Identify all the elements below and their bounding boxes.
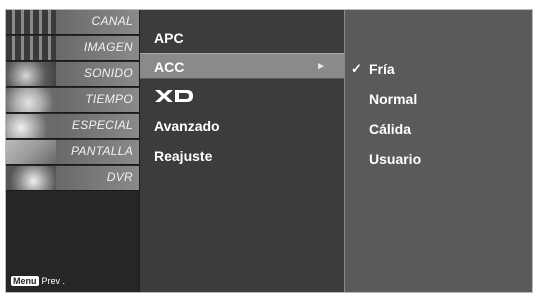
option-label: Usuario: [369, 151, 422, 167]
clock-icon: [6, 88, 56, 112]
category-pantalla[interactable]: PANTALLA: [6, 140, 139, 165]
submenu-item-reajuste[interactable]: Reajuste: [140, 143, 344, 169]
submenu-item-label: ACC: [154, 59, 185, 75]
option-normal[interactable]: Normal: [345, 86, 532, 112]
option-calida[interactable]: Cálida: [345, 116, 532, 142]
menu-key-icon: Menu: [11, 276, 39, 286]
category-sidebar: CANAL IMAGEN SONIDO TIEMPO ESPECIAL PANT…: [6, 10, 139, 292]
option-label: Normal: [369, 91, 418, 107]
category-imagen[interactable]: IMAGEN: [6, 36, 139, 61]
category-label: TIEMPO: [85, 92, 133, 106]
option-usuario[interactable]: Usuario: [345, 146, 532, 172]
submenu-panel: APC ACC ► Avanzado Reajuste: [139, 10, 345, 292]
prev-label: Prev .: [41, 276, 66, 286]
option-fria[interactable]: ✓ Fría: [345, 56, 532, 82]
xd-logo-icon: [155, 90, 193, 102]
arrow-right-icon: ►: [316, 61, 326, 72]
option-label: Fría: [369, 61, 395, 77]
options-panel: ✓ Fría Normal Cálida Usuario: [345, 10, 532, 292]
category-label: DVR: [106, 170, 133, 184]
category-label: PANTALLA: [71, 144, 133, 158]
submenu-item-label: Avanzado: [154, 118, 220, 134]
category-label: ESPECIAL: [71, 118, 133, 132]
special-icon: [6, 114, 56, 138]
category-label: IMAGEN: [83, 40, 133, 54]
category-label: SONIDO: [83, 66, 133, 80]
submenu-item-xd[interactable]: [140, 83, 344, 109]
menu-prev-hint: Menu Prev .: [11, 276, 65, 286]
category-dvr[interactable]: DVR: [6, 166, 139, 191]
submenu-item-label: APC: [154, 30, 184, 46]
submenu-item-avanzado[interactable]: Avanzado: [140, 113, 344, 139]
category-canal[interactable]: CANAL: [6, 10, 139, 35]
category-tiempo[interactable]: TIEMPO: [6, 88, 139, 113]
category-label: CANAL: [91, 14, 133, 28]
disc-icon: [6, 166, 56, 190]
category-sonido[interactable]: SONIDO: [6, 62, 139, 87]
option-label: Cálida: [369, 121, 412, 137]
channel-icon: [6, 10, 56, 34]
submenu-item-apc[interactable]: APC: [140, 25, 344, 51]
osd-menu-screen: CANAL IMAGEN SONIDO TIEMPO ESPECIAL PANT…: [5, 9, 533, 293]
picture-icon: [6, 36, 56, 60]
sound-icon: [6, 62, 56, 86]
check-icon: ✓: [351, 61, 362, 76]
category-especial[interactable]: ESPECIAL: [6, 114, 139, 139]
submenu-item-acc[interactable]: ACC ►: [140, 53, 344, 79]
submenu-item-label: Reajuste: [154, 148, 213, 164]
screen-icon: [6, 140, 56, 164]
